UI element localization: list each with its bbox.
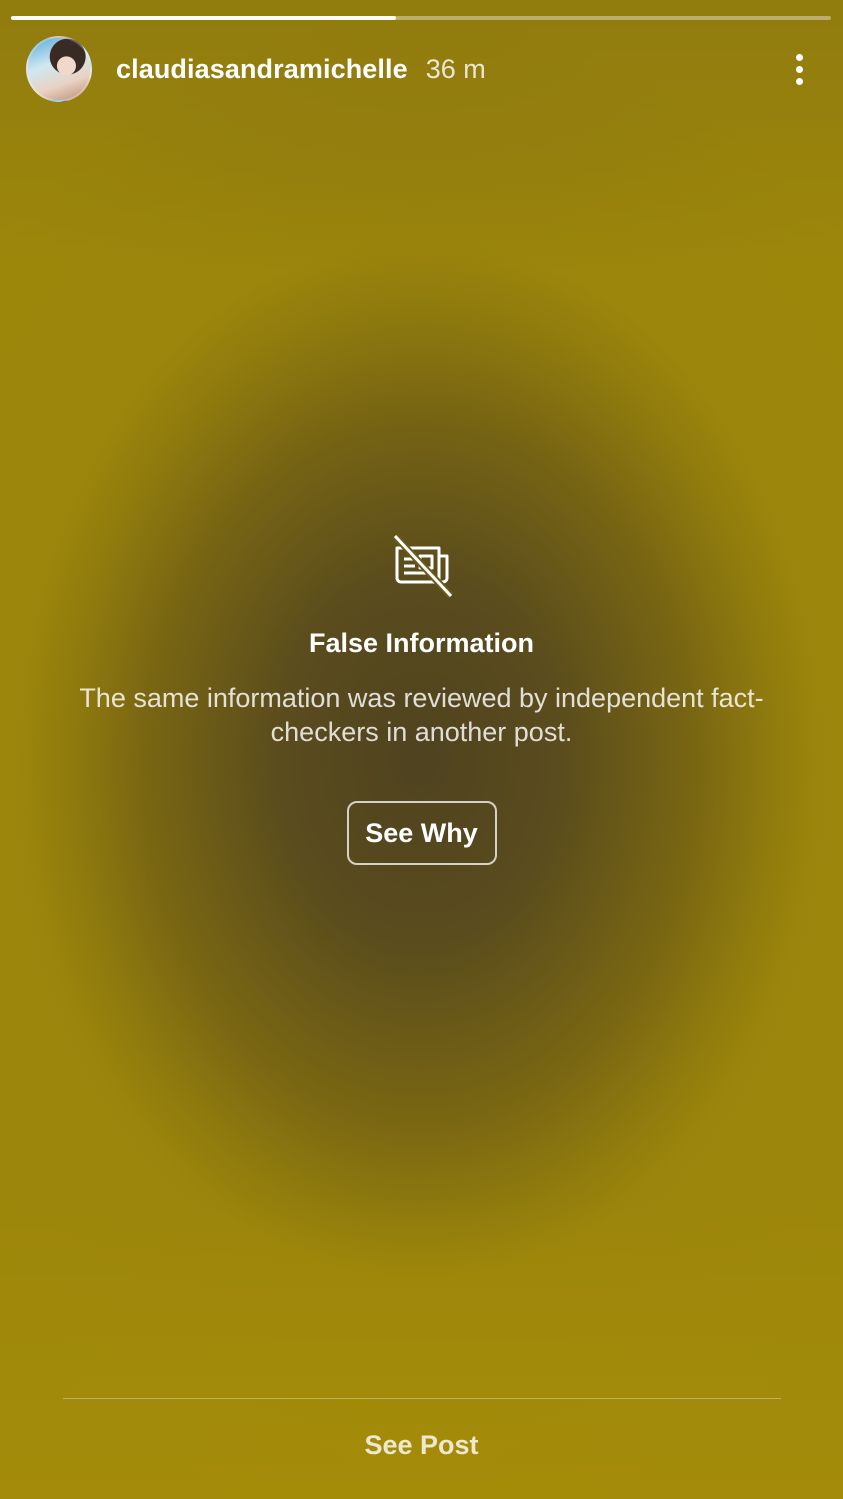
warning-title: False Information bbox=[308, 628, 535, 658]
username[interactable]: claudiasandramichelle bbox=[116, 54, 408, 85]
avatar[interactable] bbox=[26, 36, 92, 102]
see-why-button[interactable]: See Why bbox=[346, 801, 497, 865]
see-post-button[interactable]: See Post bbox=[0, 1430, 843, 1461]
more-options-icon[interactable] bbox=[785, 49, 813, 89]
story-viewer[interactable]: claudiasandramichelle 36 m False Informa… bbox=[0, 0, 843, 1499]
time-ago: 36 m bbox=[425, 53, 486, 84]
no-news-icon bbox=[391, 533, 454, 599]
warning-description: The same information was reviewed by ind… bbox=[79, 683, 764, 747]
story-progress-fill bbox=[11, 16, 397, 20]
footer-divider bbox=[63, 1398, 781, 1399]
false-information-overlay: False Information The same information w… bbox=[0, 530, 843, 865]
story-header: claudiasandramichelle 36 m bbox=[26, 36, 813, 102]
story-progress-bar bbox=[11, 16, 831, 20]
